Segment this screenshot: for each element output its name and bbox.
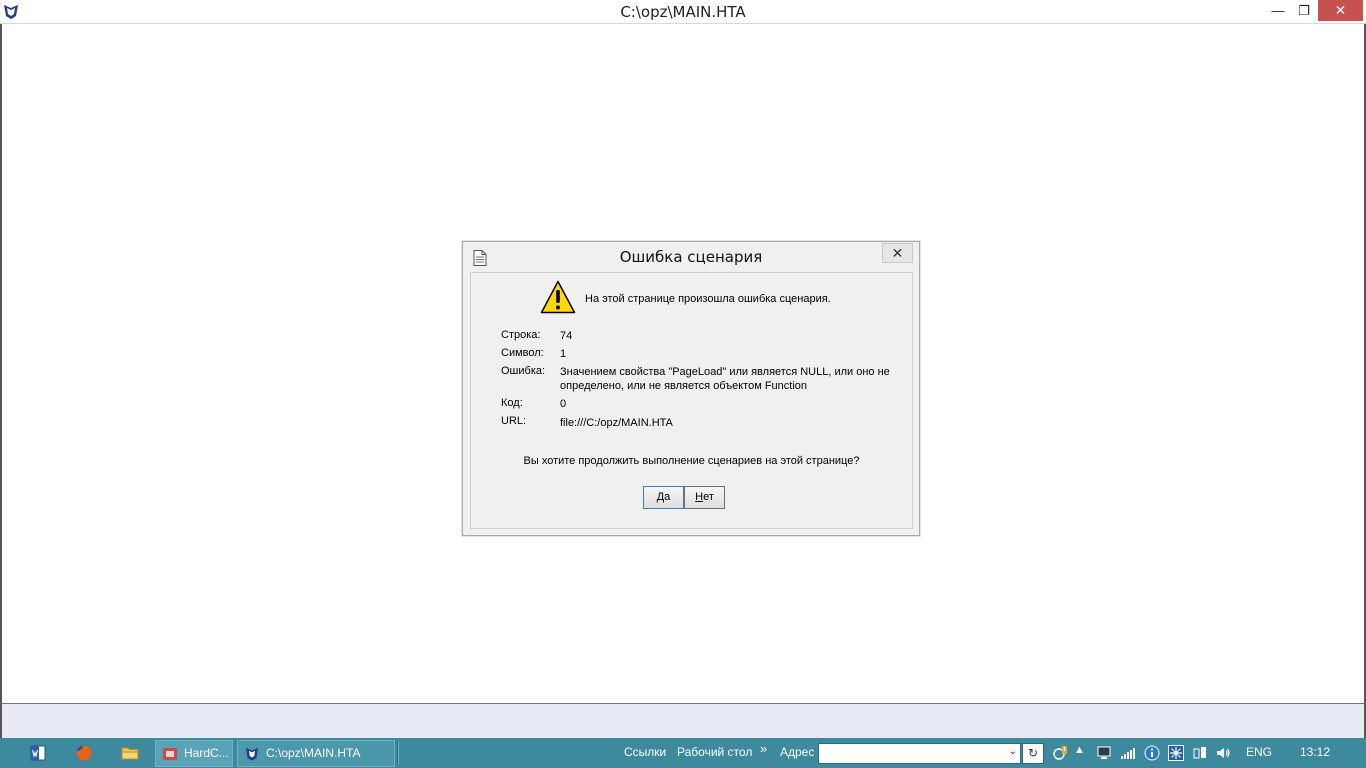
power-plug-icon[interactable]: [1192, 745, 1208, 761]
warning-icon: [540, 280, 576, 314]
status-strip: [0, 703, 1366, 738]
info-icon[interactable]: [1144, 745, 1160, 761]
taskbar-task-main-hta[interactable]: C:\opz\MAIN.HTA: [237, 740, 395, 767]
url-label: URL:: [501, 415, 527, 427]
firefox-icon[interactable]: [75, 744, 93, 762]
hta-task-icon: [246, 748, 258, 761]
task-label-main-hta: C:\opz\MAIN.HTA: [266, 746, 361, 760]
no-button[interactable]: Нет: [684, 486, 725, 509]
address-input[interactable]: ⌄: [818, 743, 1021, 764]
error-message: На этой странице произошла ошибка сценар…: [585, 293, 831, 305]
taskbar-separator[interactable]: [397, 742, 399, 764]
clock[interactable]: 13:12: [1300, 745, 1330, 759]
url-value: file:///C:/opz/MAIN.HTA: [560, 417, 673, 429]
error-label: Ошибка:: [501, 365, 546, 377]
toolbar-chevron[interactable]: »: [760, 741, 767, 756]
address-dropdown-icon[interactable]: ⌄: [1009, 746, 1017, 757]
line-value: 74: [560, 330, 573, 342]
address-go-button[interactable]: ↻: [1022, 743, 1044, 764]
no-label: ет: [703, 491, 714, 503]
char-label: Символ:: [501, 347, 544, 359]
dialog-title: Ошибка сценария: [619, 248, 763, 266]
address-label: Адрес: [780, 745, 815, 759]
network-monitor-icon[interactable]: [1096, 745, 1112, 761]
script-error-dialog: Ошибка сценария ✕ На этой странице произ…: [462, 241, 920, 536]
char-value: 1: [560, 348, 567, 360]
volume-icon[interactable]: [1215, 745, 1231, 761]
word-app-icon[interactable]: [29, 744, 47, 762]
task-label-hardc: HardC...: [184, 746, 229, 760]
taskbar: HardC... C:\opz\MAIN.HTA Ссылки Рабочий …: [0, 738, 1366, 768]
update-tray-icon[interactable]: [1052, 745, 1068, 761]
hardc-app-icon: [163, 748, 177, 760]
tray-overflow-icon[interactable]: ▲: [1074, 744, 1085, 756]
code-label: Код:: [501, 397, 523, 409]
links-toolbar[interactable]: Ссылки: [624, 745, 666, 759]
file-explorer-icon[interactable]: [121, 744, 139, 762]
dialog-header[interactable]: Ошибка сценария ✕: [463, 242, 919, 272]
yes-button[interactable]: Да: [643, 486, 684, 509]
language-indicator[interactable]: ENG: [1246, 745, 1272, 759]
no-accel: Н: [695, 491, 704, 503]
window-titlebar[interactable]: C:\opz\MAIN.HTA — ❐ ✕: [0, 0, 1366, 24]
dialog-close-button[interactable]: ✕: [882, 243, 913, 263]
taskbar-task-hardc[interactable]: HardC...: [155, 740, 233, 767]
continue-question: Вы хотите продолжить выполнение сценарие…: [523, 455, 860, 467]
code-value: 0: [560, 398, 567, 410]
close-window-button[interactable]: ✕: [1318, 0, 1363, 21]
minimize-button[interactable]: —: [1264, 0, 1292, 21]
window-title: C:\opz\MAIN.HTA: [620, 3, 746, 21]
signal-strength-icon[interactable]: [1120, 745, 1136, 761]
restore-button[interactable]: ❐: [1290, 0, 1318, 21]
line-label: Строка:: [501, 329, 541, 341]
dialog-body: На этой странице произошла ошибка сценар…: [470, 272, 913, 529]
desktop-toolbar[interactable]: Рабочий стол: [677, 745, 752, 759]
error-value: Значением свойства "PageLoad" или являет…: [560, 366, 890, 392]
snowflake-app-icon[interactable]: [1168, 745, 1184, 761]
yes-label: а: [664, 491, 671, 503]
